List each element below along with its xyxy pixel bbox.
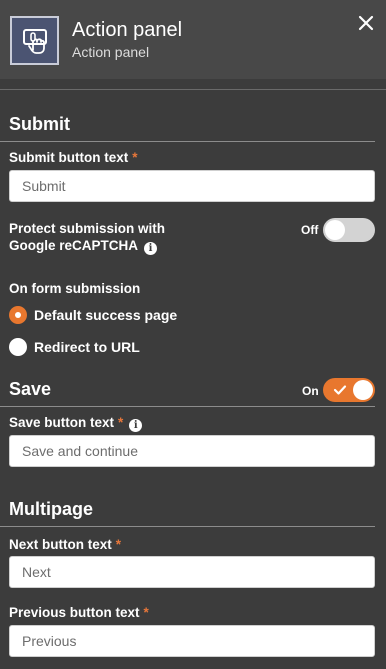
- multipage-section-divider: [0, 526, 375, 527]
- save-section-title: Save: [9, 379, 52, 399]
- radio-unchecked-icon: [9, 338, 27, 356]
- captcha-toggle[interactable]: [323, 218, 375, 242]
- submit-button-text-input[interactable]: [9, 170, 375, 202]
- multipage-section-title: Multipage: [9, 499, 93, 519]
- save-button-text-input[interactable]: [9, 435, 375, 467]
- panel-title: Action panel: [72, 19, 183, 41]
- radio-redirect-to-url[interactable]: Redirect to URL: [9, 338, 140, 356]
- close-icon: [358, 15, 374, 31]
- radio-checked-icon: [9, 306, 27, 324]
- captcha-label: Protect submission with Google reCAPTCHA…: [9, 220, 165, 255]
- required-mark: *: [118, 415, 124, 430]
- submit-button-text-label-text: Submit button text: [9, 150, 129, 165]
- on-submission-label: On form submission: [9, 281, 141, 296]
- captcha-toggle-state-label: Off: [301, 223, 319, 237]
- header-divider: [0, 89, 386, 90]
- next-button-text-label: Next button text *: [9, 536, 121, 553]
- submit-section-title: Submit: [9, 114, 70, 134]
- required-mark: *: [143, 605, 149, 620]
- radio-label: Redirect to URL: [34, 339, 140, 355]
- info-icon[interactable]: i: [129, 419, 143, 432]
- close-button[interactable]: [357, 14, 375, 32]
- panel-header: Action panel Action panel: [0, 0, 386, 79]
- required-mark: *: [132, 150, 138, 165]
- captcha-label-line1: Protect submission with: [9, 221, 166, 236]
- save-button-text-label-text: Save button text: [9, 415, 115, 430]
- toggle-knob: [353, 380, 373, 400]
- captcha-label-line2-row: Google reCAPTCHA i: [9, 237, 165, 255]
- submit-button-text-label: Submit button text *: [9, 149, 138, 166]
- next-button-text-input[interactable]: [9, 556, 375, 588]
- action-panel: Action panel Action panel Submit Submit …: [0, 0, 386, 669]
- previous-button-text-label-text: Previous button text: [9, 605, 140, 620]
- toggle-knob: [325, 220, 345, 240]
- check-icon: [333, 385, 347, 395]
- save-toggle[interactable]: [323, 378, 375, 402]
- next-button-text-label-text: Next button text: [9, 537, 112, 552]
- info-icon[interactable]: i: [144, 242, 158, 255]
- save-button-text-label: Save button text * i: [9, 414, 143, 432]
- submit-section-divider: [0, 141, 375, 142]
- save-toggle-state-label: On: [302, 384, 319, 398]
- captcha-label-line2: Google reCAPTCHA: [9, 238, 139, 253]
- radio-default-success-page[interactable]: Default success page: [9, 306, 177, 324]
- previous-button-text-label: Previous button text *: [9, 604, 149, 621]
- radio-label: Default success page: [34, 307, 178, 323]
- previous-button-text-input[interactable]: [9, 625, 375, 657]
- required-mark: *: [115, 537, 122, 552]
- touch-hand-icon: [10, 16, 59, 65]
- panel-subtitle: Action panel: [72, 44, 150, 60]
- save-section-divider: [0, 406, 375, 407]
